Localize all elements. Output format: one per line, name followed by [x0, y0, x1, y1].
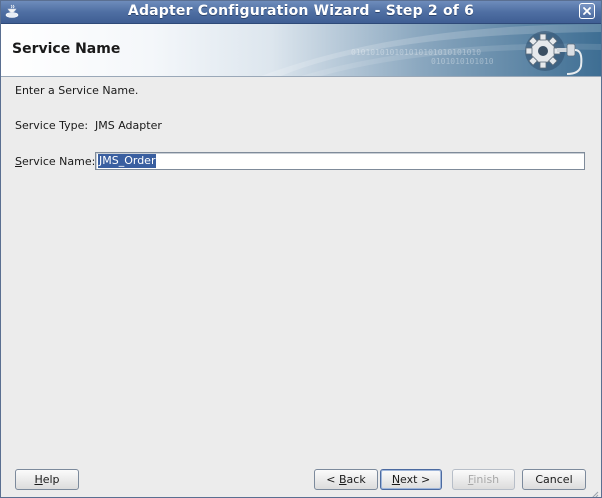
wizard-header-banner: 010101010101010101010101010 010101010101… — [1, 24, 601, 77]
finish-button[interactable]: Finish — [452, 469, 515, 490]
resize-grip-icon[interactable] — [589, 485, 599, 497]
banner-binary-text: 0101010101010 — [431, 57, 494, 66]
gear-plug-icon — [517, 26, 587, 76]
wizard-window: Adapter Configuration Wizard - Step 2 of… — [0, 0, 602, 498]
label-rest: ext > — [400, 473, 431, 486]
label-prefix: < — [326, 473, 339, 486]
service-type-label: Service Type: — [15, 119, 89, 132]
service-name-label: Service Name: — [15, 155, 95, 168]
next-button[interactable]: Next > — [380, 469, 442, 490]
label-rest: ack — [346, 473, 366, 486]
mnemonic: H — [34, 473, 43, 486]
mnemonic: S — [15, 155, 22, 168]
service-name-input[interactable]: JMS_Order — [95, 152, 585, 170]
cancel-button[interactable]: Cancel — [522, 469, 586, 490]
back-button[interactable]: < Back — [314, 469, 378, 490]
window-title: Adapter Configuration Wizard - Step 2 of… — [127, 3, 475, 19]
service-type-value: JMS Adapter — [95, 119, 162, 132]
mnemonic: N — [391, 473, 401, 486]
title-bar[interactable]: Adapter Configuration Wizard - Step 2 of… — [1, 1, 601, 24]
page-title: Service Name — [12, 41, 121, 57]
service-name-value[interactable]: JMS_Order — [98, 154, 157, 168]
instruction-text: Enter a Service Name. — [15, 84, 139, 97]
label-rest: elp — [42, 473, 60, 486]
wizard-content: Enter a Service Name. Service Type: JMS … — [1, 77, 601, 457]
label-rest: ervice Name: — [21, 155, 96, 168]
label-rest: inish — [473, 473, 500, 486]
close-icon — [583, 7, 591, 15]
close-button[interactable] — [579, 3, 595, 19]
banner-binary-text: 010101010101010101010101010 — [351, 48, 482, 57]
help-button[interactable]: Help — [15, 469, 79, 490]
mnemonic: B — [339, 473, 347, 486]
